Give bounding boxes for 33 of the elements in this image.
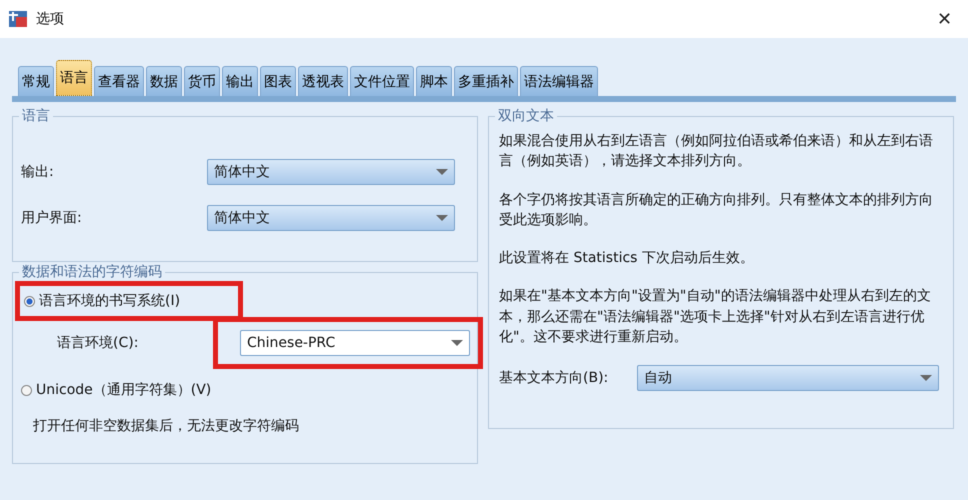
- tab[interactable]: 语法编辑器: [520, 66, 598, 96]
- paragraph: 此设置将在 Statistics 下次启动后生效。: [499, 249, 755, 268]
- paragraph: 各个字仍将按其语言所确定的正确方向排列。只有整体文本的排列方向受此选项影响。: [499, 190, 934, 230]
- tab[interactable]: 文件位置: [350, 66, 414, 96]
- tab[interactable]: 常规: [18, 66, 54, 96]
- field-label: 语言环境(C):: [57, 334, 140, 352]
- radio-option[interactable]: 语言环境的书写系统(I): [24, 292, 234, 310]
- tab[interactable]: 透视表: [298, 66, 348, 96]
- tab[interactable]: 语言: [56, 60, 92, 96]
- close-button[interactable]: ✕: [929, 8, 960, 30]
- tab[interactable]: 多重插补: [454, 66, 518, 96]
- radio-option[interactable]: Unicode（通用字符集）(V): [21, 381, 467, 399]
- dropdown[interactable]: 简体中文: [207, 205, 455, 231]
- paragraph: 如果在"基本文本方向"设置为"自动"的语法编辑器中处理从右到左的文本，那么还需在"语法编辑器"选项卡上选择"针对从右到左语言进行优化"。这不要求进行重新启动。: [499, 287, 932, 348]
- dropdown[interactable]: 简体中文: [207, 159, 455, 185]
- group-title: 语言: [19, 107, 53, 125]
- tab[interactable]: 图表: [260, 66, 296, 96]
- app-icon: [8, 9, 28, 29]
- field-label: 输出:: [21, 163, 55, 181]
- tab[interactable]: 查看器: [94, 66, 144, 96]
- field-label: 用户界面:: [21, 209, 83, 227]
- hint-text: 打开任何非空数据集后，无法更改字符编码: [32, 417, 300, 435]
- paragraph: 如果混合使用从右到左语言（例如阿拉伯语或希伯来语）和从左到右语言（例如英语），请选择文本排列方向。: [499, 132, 934, 172]
- group-title: 双向文本: [495, 107, 557, 125]
- tab[interactable]: 货币: [184, 66, 220, 96]
- window-title: 选项: [36, 10, 65, 28]
- tab[interactable]: 输出: [222, 66, 258, 96]
- dropdown[interactable]: 自动: [637, 365, 939, 392]
- group-title: 数据和语法的字符编码: [19, 263, 165, 281]
- tab[interactable]: 脚本: [416, 66, 452, 96]
- tab[interactable]: 数据: [146, 66, 182, 96]
- field-label: 基本文本方向(B):: [499, 369, 610, 388]
- dropdown[interactable]: Chinese-PRC: [240, 330, 470, 356]
